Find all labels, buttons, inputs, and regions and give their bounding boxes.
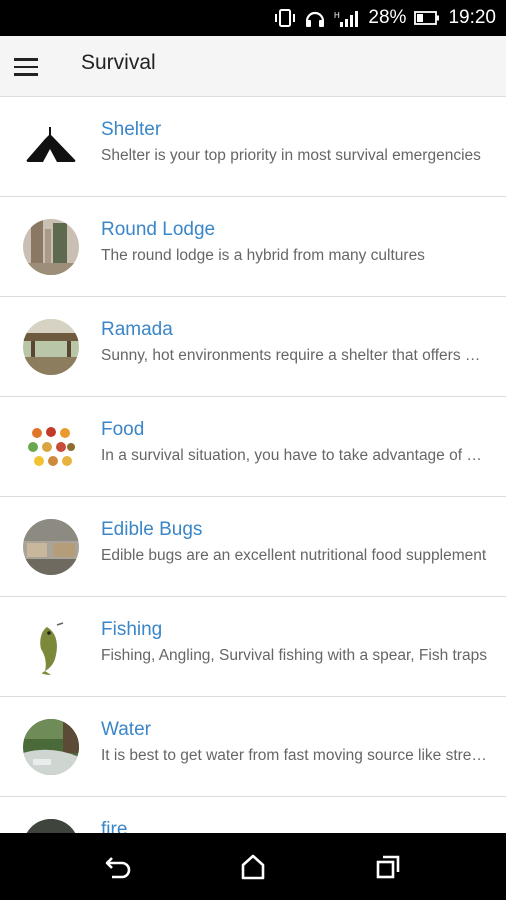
list-item-round-lodge[interactable]: Round Lodge The round lodge is a hybrid … xyxy=(0,197,506,297)
navigation-bar xyxy=(0,833,506,900)
list-item-edible-bugs[interactable]: Edible Bugs Edible bugs are an excellent… xyxy=(0,497,506,597)
list-item-description: The round lodge is a hybrid from many cu… xyxy=(101,247,425,264)
list-item-title: Edible Bugs xyxy=(101,519,203,540)
svg-text:H: H xyxy=(334,11,340,20)
list-item-description: Sunny, hot environments require a shelte… xyxy=(101,347,487,364)
list-item-description: Fishing, Angling, Survival fishing with … xyxy=(101,647,487,664)
list-item-ramada[interactable]: Ramada Sunny, hot environments require a… xyxy=(0,297,506,397)
list-item-description: It is best to get water from fast moving… xyxy=(101,747,487,764)
battery-icon xyxy=(414,10,440,26)
back-icon[interactable] xyxy=(99,848,139,886)
round-lodge-thumbnail xyxy=(23,219,79,275)
list-item-description: Shelter is your top priority in most sur… xyxy=(101,147,481,164)
list-item-water[interactable]: Water It is best to get water from fast … xyxy=(0,697,506,797)
page-title: Survival xyxy=(81,51,156,74)
water-thumbnail xyxy=(23,719,79,775)
clock: 19:20 xyxy=(448,7,496,28)
recents-icon[interactable] xyxy=(368,848,408,886)
vibrate-icon xyxy=(274,8,296,28)
fish-thumbnail xyxy=(23,619,79,675)
list-item-title: Fishing xyxy=(101,619,163,640)
topic-list[interactable]: Shelter Shelter is your top priority in … xyxy=(0,97,506,833)
list-item-title: Water xyxy=(101,719,151,740)
list-item-food[interactable]: Food In a survival situation, you have t… xyxy=(0,397,506,497)
list-item-title: Shelter xyxy=(101,119,162,140)
fire-thumbnail xyxy=(23,819,79,833)
list-item-title: fire xyxy=(101,819,128,833)
hamburger-menu-icon[interactable] xyxy=(10,50,44,84)
list-item-title: Food xyxy=(101,419,145,440)
app-bar: Survival xyxy=(0,36,506,97)
list-item-fire[interactable]: fire xyxy=(0,797,506,833)
food-thumbnail xyxy=(23,419,79,475)
tent-icon xyxy=(23,119,79,175)
list-item-title: Round Lodge xyxy=(101,219,216,240)
battery-percent: 28% xyxy=(368,7,407,28)
list-item-fishing[interactable]: Fishing Fishing, Angling, Survival fishi… xyxy=(0,597,506,697)
status-bar: H 28% 19:20 xyxy=(0,0,506,36)
list-item-shelter[interactable]: Shelter Shelter is your top priority in … xyxy=(0,97,506,197)
list-item-title: Ramada xyxy=(101,319,173,340)
ramada-thumbnail xyxy=(23,319,79,375)
list-item-description: In a survival situation, you have to tak… xyxy=(101,447,487,464)
list-item-description: Edible bugs are an excellent nutritional… xyxy=(101,547,487,564)
headset-icon xyxy=(304,8,326,28)
signal-icon: H xyxy=(334,8,360,28)
edible-bugs-thumbnail xyxy=(23,519,79,575)
home-icon[interactable] xyxy=(233,848,273,886)
